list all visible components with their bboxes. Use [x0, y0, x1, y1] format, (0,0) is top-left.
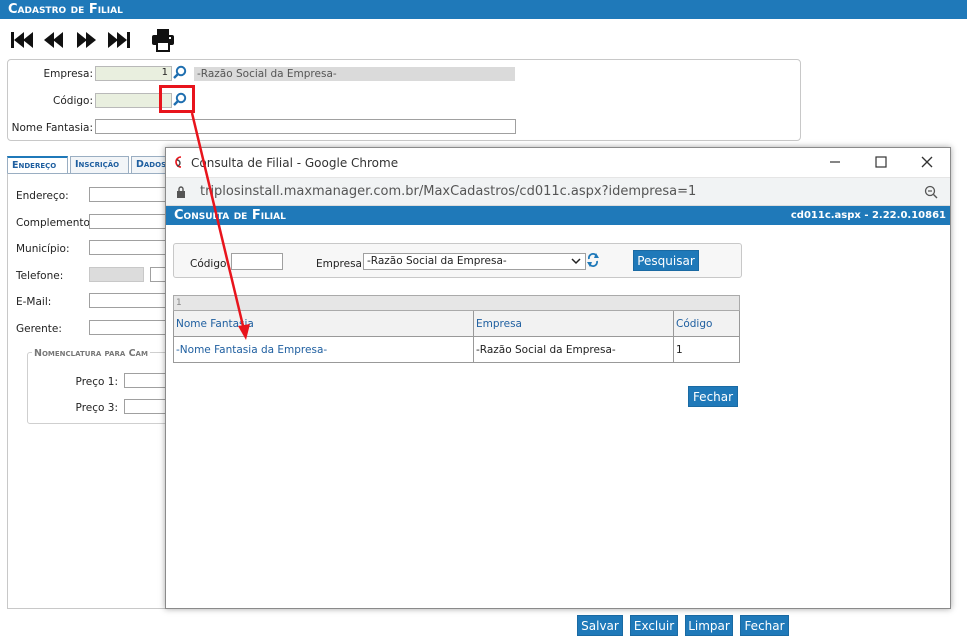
- annotation-arrow: [190, 112, 250, 340]
